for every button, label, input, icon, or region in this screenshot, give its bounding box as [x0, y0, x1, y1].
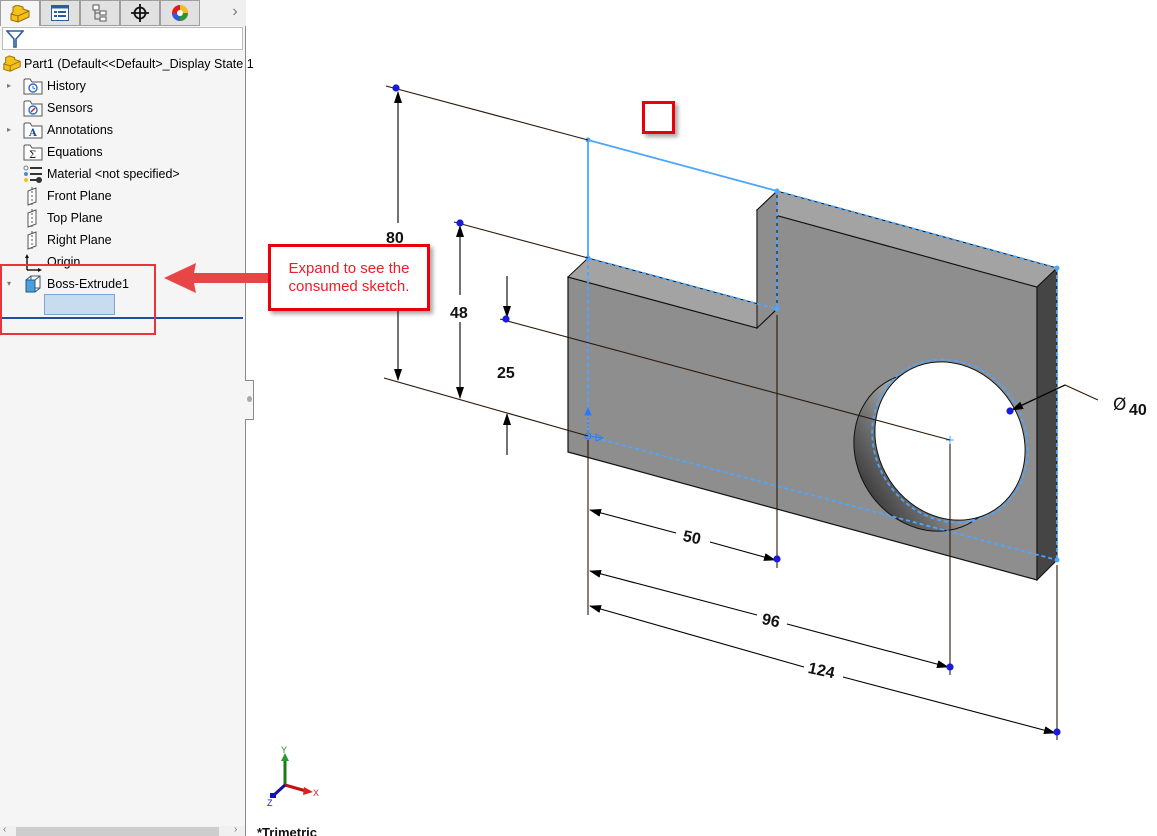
dimension-25[interactable]: 25 — [497, 365, 515, 382]
dimension-50[interactable]: 50 — [681, 528, 702, 548]
svg-text:A: A — [28, 128, 37, 139]
plane-icon — [27, 231, 37, 250]
feature-manager-panel: › Part1 (Default<<Default>_Display State… — [0, 0, 254, 836]
tree-item-label: Sensors — [47, 101, 93, 115]
tree-item-sketch1[interactable]: Sketch1 — [0, 295, 246, 317]
boss-extrude-icon — [25, 275, 41, 293]
solidworks-window: › Part1 (Default<<Default>_Display State… — [0, 0, 1157, 836]
part-body[interactable] — [567, 189, 1058, 582]
dimension-96[interactable]: 96 — [760, 611, 781, 631]
scroll-left-arrow[interactable]: ‹ — [3, 824, 6, 835]
plane-icon — [27, 187, 37, 206]
property-manager-icon — [51, 5, 69, 21]
collapse-arrow-icon[interactable]: ▾ — [4, 279, 14, 289]
scrollbar-thumb[interactable] — [16, 827, 219, 836]
tree-item-label: Top Plane — [47, 211, 103, 225]
view-orientation-label: *Trimetric — [257, 825, 317, 836]
tree-filter-input[interactable] — [2, 27, 243, 50]
tree-item-label: Front Plane — [47, 189, 112, 203]
expand-arrow-icon[interactable]: ▸ — [4, 81, 14, 91]
tree-item-material-not-specified[interactable]: Material <not specified> — [0, 163, 246, 185]
graphics-area[interactable]: 80 48 25 50 96 124 Ø 40 — [247, 0, 1157, 836]
sensors-folder-icon — [23, 100, 43, 117]
tab-featuremanager[interactable] — [0, 0, 40, 26]
tree-root-part[interactable]: Part1 (Default<<Default>_Display State 1 — [0, 53, 254, 75]
expand-arrow-icon[interactable]: ▸ — [4, 125, 14, 135]
tree-item-label: Boss-Extrude1 — [47, 277, 129, 291]
tree-item-label: History — [47, 79, 86, 93]
display-manager-icon — [172, 5, 188, 21]
configuration-manager-icon — [92, 4, 107, 22]
tab-propertymanager[interactable] — [40, 0, 80, 26]
tab-configurationmanager[interactable] — [80, 0, 120, 26]
tab-overflow-button[interactable]: › — [226, 3, 244, 23]
tree-item-label: Material <not specified> — [47, 167, 180, 181]
material-icon — [23, 165, 42, 183]
part-side-face — [1036, 266, 1058, 582]
selection-highlight — [44, 294, 115, 315]
history-folder-icon — [23, 78, 43, 95]
filter-icon — [6, 30, 24, 48]
annotations-folder-icon: A — [23, 122, 43, 139]
tree-item-label: Origin — [47, 255, 81, 269]
triad-x-label: X — [313, 788, 319, 798]
tree-item-top-plane[interactable]: Top Plane — [0, 207, 246, 229]
svg-text:Σ: Σ — [29, 150, 36, 161]
crosshair-icon — [131, 4, 149, 22]
equations-folder-icon: Σ — [23, 144, 43, 161]
tree-item-label: Annotations — [47, 123, 114, 137]
manager-tab-strip: › — [0, 0, 246, 26]
dimension-48[interactable]: 48 — [450, 305, 468, 322]
dimension-diameter-40[interactable]: 40 — [1129, 402, 1147, 419]
tab-displaymanager[interactable] — [160, 0, 200, 26]
tab-dimxpertmanager[interactable] — [120, 0, 160, 26]
rollback-bar[interactable] — [0, 317, 243, 319]
plane-icon — [27, 209, 37, 228]
annotation-box — [642, 101, 675, 134]
callout-box: Expand to see the consumed sketch. — [268, 244, 430, 311]
horizontal-scrollbar[interactable]: ‹ › — [0, 824, 245, 836]
part-icon — [3, 55, 21, 72]
tree-item-annotations[interactable]: ▸ A Annotations — [0, 119, 246, 141]
tree-item-label: Right Plane — [47, 233, 112, 247]
triad-z-label: Z — [267, 798, 273, 807]
part-icon — [10, 4, 30, 23]
tree-item-equations[interactable]: Σ Equations — [0, 141, 246, 163]
model-view: 80 48 25 50 96 124 Ø 40 — [383, 84, 1147, 740]
reference-triad[interactable]: Y X Z — [262, 745, 324, 807]
tree-root-label: Part1 (Default<<Default>_Display State 1 — [24, 57, 254, 71]
tree-item-label: Equations — [47, 145, 103, 159]
dimension-124[interactable]: 124 — [806, 660, 836, 682]
scroll-right-arrow[interactable]: › — [234, 824, 237, 835]
triad-y-label: Y — [281, 745, 287, 755]
tree-item-history[interactable]: ▸ History — [0, 75, 246, 97]
origin-icon — [25, 254, 42, 272]
tree-item-front-plane[interactable]: Front Plane — [0, 185, 246, 207]
diameter-symbol: Ø — [1113, 395, 1126, 415]
tree-item-right-plane[interactable]: Right Plane — [0, 229, 246, 251]
tree-item-sensors[interactable]: Sensors — [0, 97, 246, 119]
callout-arrow-icon — [164, 263, 268, 293]
